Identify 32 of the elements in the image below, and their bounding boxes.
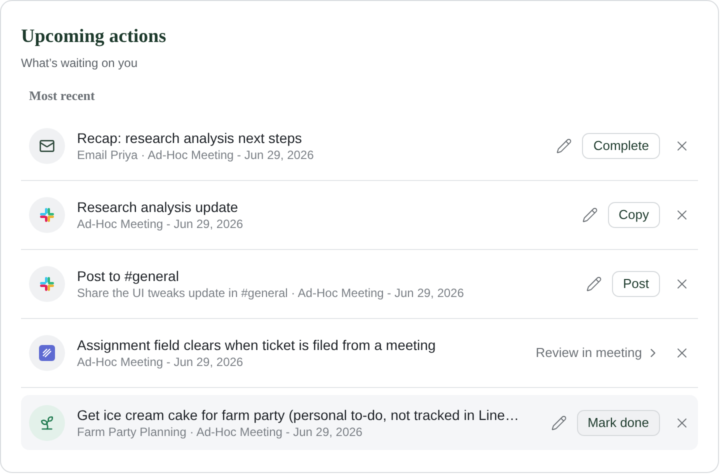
- edit-icon[interactable]: [556, 138, 572, 154]
- panel-subtitle: What’s waiting on you: [21, 55, 139, 71]
- action-title: Post to #general: [77, 267, 180, 285]
- action-meta: Ad-Hoc Meeting - Jun 29, 2026: [77, 354, 244, 370]
- slack-icon: [39, 207, 55, 223]
- action-meta: Farm Party Planning · Ad-Hoc Meeting - Jun 29, 2026: [77, 424, 364, 440]
- action-meta: Ad-Hoc Meeting - Jun 29, 2026: [77, 216, 244, 232]
- action-button[interactable]: Copy: [608, 202, 660, 228]
- mail-icon: [39, 138, 55, 154]
- action-row[interactable]: Recap: research analysis next steps Email Priya · Ad-Hoc Meeting - Jun 29, 2026 Complete: [21, 112, 698, 180]
- action-meta: Share the UI tweaks update in #general · Ad-Hoc Meeting - Jun 29, 2026: [77, 285, 465, 301]
- striped-square-icon: [39, 345, 55, 361]
- review-link[interactable]: Review in meeting: [536, 343, 660, 363]
- action-title: Get ice cream cake for farm party (personal to-do, not tracked in Line…: [77, 406, 520, 424]
- action-row[interactable]: Post to #general Share the UI tweaks update in #general · Ad-Hoc Meeting - Jun 29, 2026 Post: [21, 250, 698, 318]
- action-title: Recap: research analysis next steps: [77, 129, 303, 147]
- action-title: Assignment field clears when ticket is filed from a meeting: [77, 336, 437, 354]
- action-row[interactable]: Assignment field clears when ticket is filed from a meeting Ad-Hoc Meeting - Jun 29, 2026 Review in meeting: [21, 319, 698, 387]
- action-row[interactable]: Get ice cream cake for farm party (personal to-do, not tracked in Line… Farm Party Planning · Ad-Hoc Meeting - Jun 29, 2026 Mark done: [21, 395, 698, 450]
- section-label: Most recent: [29, 88, 96, 104]
- action-title: Research analysis update: [77, 198, 240, 216]
- edit-icon[interactable]: [586, 276, 602, 292]
- edit-icon[interactable]: [550, 414, 567, 430]
- action-row[interactable]: Research analysis update Ad-Hoc Meeting - Jun 29, 2026 Copy: [21, 181, 698, 249]
- action-button[interactable]: Post: [612, 271, 660, 297]
- panel-title: Upcoming actions: [21, 25, 168, 49]
- action-meta: Email Priya · Ad-Hoc Meeting - Jun 29, 2026: [77, 147, 315, 163]
- edit-icon[interactable]: [582, 207, 598, 223]
- action-button[interactable]: Complete: [582, 133, 660, 159]
- sprout-icon: [39, 414, 55, 430]
- slack-icon: [39, 276, 55, 292]
- action-button[interactable]: Mark done: [576, 410, 660, 436]
